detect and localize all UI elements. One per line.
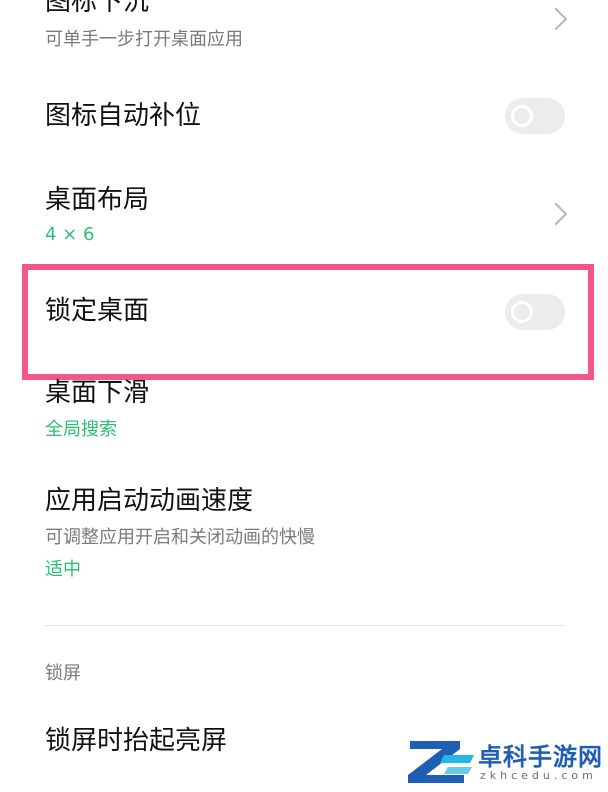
icon-auto-fill-title: 图标自动补位 [45, 101, 202, 131]
watermark-domain: zkhcedu.com [480, 769, 597, 782]
desktop-swipe-down-value: 全局搜索 [45, 419, 117, 440]
app-launch-animation-speed-value: 适中 [45, 559, 81, 580]
lock-desktop-title: 锁定桌面 [45, 296, 150, 326]
icon-auto-fill-switch[interactable] [505, 98, 565, 134]
watermark-brand: 卓科手游网 [478, 743, 603, 771]
setting-row-icon-sink[interactable]: 图标下沉 可单手一步打开桌面应用 [0, 0, 608, 62]
icon-sink-title: 图标下沉 [45, 0, 150, 17]
lock-screen-section-label: 锁屏 [45, 663, 81, 684]
toggle-knob [511, 301, 533, 323]
setting-row-app-launch-animation-speed[interactable]: 应用启动动画速度 可调整应用开启和关闭动画的快慢 适中 [0, 478, 608, 588]
chevron-right-icon [544, 202, 568, 226]
brand-logo-icon [408, 741, 474, 783]
raise-to-wake-title: 锁屏时抬起亮屏 [45, 726, 228, 756]
app-launch-animation-speed-title: 应用启动动画速度 [45, 486, 254, 516]
watermark: 卓科手游网 zkhcedu.com [400, 735, 603, 785]
icon-sink-subtitle: 可单手一步打开桌面应用 [45, 29, 243, 50]
section-divider [45, 625, 565, 626]
lock-desktop-switch[interactable] [505, 294, 565, 330]
app-launch-animation-speed-subtitle: 可调整应用开启和关闭动画的快慢 [45, 527, 315, 548]
desktop-swipe-down-title: 桌面下滑 [45, 378, 150, 408]
desktop-layout-value: 4 × 6 [45, 224, 95, 245]
setting-row-desktop-layout[interactable]: 桌面布局 4 × 6 [0, 170, 608, 250]
setting-row-desktop-swipe-down[interactable]: 桌面下滑 全局搜索 [0, 372, 608, 448]
toggle-knob [511, 105, 533, 127]
desktop-layout-title: 桌面布局 [45, 185, 150, 215]
chevron-right-icon [544, 7, 568, 31]
